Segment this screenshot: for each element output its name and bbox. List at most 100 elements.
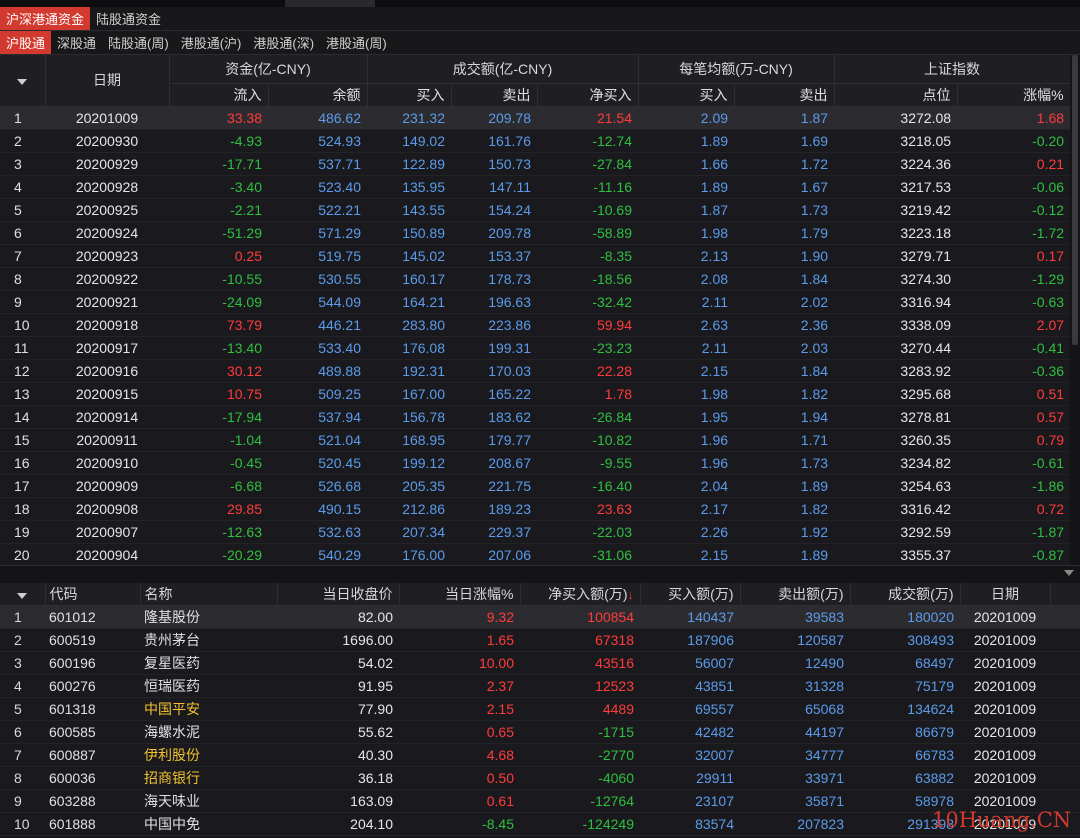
header-close[interactable]: 当日收盘价 — [277, 583, 400, 606]
table-row[interactable]: 9 20200921 -24.09 544.09 164.21 196.63 -32.42 2… — [0, 290, 1071, 314]
cell-sell: 199.31 — [451, 336, 538, 360]
cell-balance: 537.71 — [268, 152, 368, 176]
lower-table-menu-button[interactable] — [0, 583, 46, 606]
cell-sell: 209.78 — [451, 106, 538, 130]
header-buy-amount[interactable]: 买入额(万) — [640, 583, 741, 606]
cell-name[interactable]: 伊利股份 — [140, 743, 277, 767]
table-row[interactable]: 12 20200916 30.12 489.88 192.31 170.03 22.28 2.… — [0, 359, 1071, 383]
table-row[interactable]: 11 20200917 -13.40 533.40 176.08 199.31 -23.23… — [0, 336, 1071, 360]
cell-date: 20200910 — [45, 451, 169, 475]
header-sell-amount[interactable]: 卖出额(万) — [740, 583, 851, 606]
cell-net-buy: -31.06 — [537, 543, 639, 567]
table-row[interactable]: 10 601888 中国中免 204.10 -8.45 -124249 83574 20782… — [0, 812, 1080, 836]
cell-net-buy: -11.16 — [537, 175, 639, 199]
tab-sgt[interactable]: 深股通 — [51, 31, 102, 54]
table-row[interactable]: 4 600276 恒瑞医药 91.95 2.37 12523 43851 31328 75179… — [0, 674, 1080, 698]
cell-name[interactable]: 招商银行 — [140, 766, 277, 790]
cell-close: 91.95 — [277, 674, 399, 698]
header-points[interactable]: 点位 — [834, 83, 958, 107]
cell-name[interactable]: 恒瑞医药 — [140, 674, 277, 698]
cell-points: 3234.82 — [834, 451, 958, 475]
row-index: 7 — [0, 244, 45, 268]
table-menu-button[interactable] — [0, 55, 46, 107]
cell-sell: 179.77 — [451, 428, 538, 452]
table-row[interactable]: 10 20200918 73.79 446.21 283.80 223.86 59.94 2.… — [0, 313, 1071, 337]
cell-avg-buy: 1.87 — [638, 198, 735, 222]
table-row[interactable]: 1 601012 隆基股份 82.00 9.32 100854 140437 39583 180… — [0, 605, 1080, 629]
table-row[interactable]: 7 600887 伊利股份 40.30 4.68 -2770 32007 34777 66783… — [0, 743, 1080, 767]
table-row[interactable]: 13 20200915 10.75 509.25 167.00 165.22 1.78 1.9… — [0, 382, 1071, 406]
cell-code: 600585 — [45, 720, 140, 744]
cell-name[interactable]: 贵州茅台 — [140, 628, 277, 652]
tab-hsgt-capital[interactable]: 沪深港通资金 — [0, 7, 91, 30]
table-row[interactable]: 3 600196 复星医药 54.02 10.00 43516 56007 12490 6849… — [0, 651, 1080, 675]
table-row[interactable]: 15 20200911 -1.04 521.04 168.95 179.77 -10.82 1… — [0, 428, 1071, 452]
tab-ggt-weekly[interactable]: 港股通(周) — [320, 31, 393, 54]
tab-ggt-sh[interactable]: 港股通(沪) — [175, 31, 248, 54]
table-row[interactable]: 1 20201009 33.38 486.62 231.32 209.78 21.54 2.0… — [0, 106, 1071, 130]
cell-net-buy-amount: 12523 — [520, 674, 640, 698]
header-code[interactable]: 代码 — [45, 583, 141, 606]
cell-balance: 571.29 — [268, 221, 368, 245]
table-row[interactable]: 2 20200930 -4.93 524.93 149.02 161.76 -12.74 1.… — [0, 129, 1071, 153]
header-day-change[interactable]: 当日涨幅% — [399, 583, 521, 606]
header-avg-sell[interactable]: 卖出 — [734, 83, 835, 107]
header-turnover-amount[interactable]: 成交额(万) — [850, 583, 961, 606]
row-index: 3 — [0, 152, 45, 176]
cell-date: 20200930 — [45, 129, 169, 153]
cell-name[interactable]: 复星医药 — [140, 651, 277, 675]
row-index: 18 — [0, 497, 45, 521]
table-row[interactable]: 18 20200908 29.85 490.15 212.86 189.23 23.63 2.… — [0, 497, 1071, 521]
header-trade-date[interactable]: 日期 — [960, 583, 1051, 606]
table-row[interactable]: 9 603288 海天味业 163.09 0.61 -12764 23107 35871 589… — [0, 789, 1080, 813]
table-row[interactable]: 2 600519 贵州茅台 1696.00 1.65 67318 187906 120587 3… — [0, 628, 1080, 652]
table-row[interactable]: 4 20200928 -3.40 523.40 135.95 147.11 -11.16 1.… — [0, 175, 1071, 199]
table-row[interactable]: 5 601318 中国平安 77.90 2.15 4489 69557 65068 134624… — [0, 697, 1080, 721]
cell-name[interactable]: 隆基股份 — [140, 605, 277, 629]
header-net-buy[interactable]: 净买入 — [537, 83, 639, 107]
cell-name[interactable]: 中国平安 — [140, 697, 277, 721]
header-name[interactable]: 名称 — [140, 583, 278, 606]
tab-lgt-capital[interactable]: 陆股通资金 — [90, 7, 167, 30]
table-row[interactable]: 8 600036 招商银行 36.18 0.50 -4060 29911 33971 63882… — [0, 766, 1080, 790]
header-net-buy-amount[interactable]: 净买入额(万)↓ — [520, 583, 641, 606]
header-change[interactable]: 涨幅% — [957, 83, 1071, 107]
cell-buy-amount: 23107 — [640, 789, 740, 813]
header-sell[interactable]: 卖出 — [451, 83, 538, 107]
cell-inflow: -20.29 — [169, 543, 268, 567]
header-date[interactable]: 日期 — [45, 55, 170, 107]
cell-inflow: -24.09 — [169, 290, 268, 314]
tab-hgt[interactable]: 沪股通 — [0, 31, 52, 54]
table-row[interactable]: 8 20200922 -10.55 530.55 160.17 178.73 -18.56 2… — [0, 267, 1071, 291]
cell-net-buy: -32.42 — [537, 290, 639, 314]
panel-separator[interactable] — [0, 565, 1080, 583]
tab-lgt-weekly[interactable]: 陆股通(周) — [102, 31, 175, 54]
collapse-arrow-icon[interactable] — [1064, 570, 1074, 576]
scrollbar-thumb[interactable] — [1072, 55, 1078, 345]
tabs-level1: 沪深港通资金 陆股通资金 — [0, 7, 1080, 31]
cell-change: 0.51 — [957, 382, 1071, 406]
table-row[interactable]: 6 600585 海螺水泥 55.62 0.65 -1715 42482 44197 86679… — [0, 720, 1080, 744]
vertical-scrollbar[interactable] — [1070, 55, 1080, 565]
cell-name[interactable]: 中国中免 — [140, 812, 277, 836]
header-buy[interactable]: 买入 — [367, 83, 452, 107]
table-row[interactable]: 5 20200925 -2.21 522.21 143.55 154.24 -10.69 1.… — [0, 198, 1071, 222]
tab-ggt-sz[interactable]: 港股通(深) — [247, 31, 320, 54]
table-row[interactable]: 17 20200909 -6.68 526.68 205.35 221.75 -16.40 2… — [0, 474, 1071, 498]
table-row[interactable]: 7 20200923 0.25 519.75 145.02 153.37 -8.35 2.13… — [0, 244, 1071, 268]
header-inflow[interactable]: 流入 — [169, 83, 269, 107]
header-avg-buy[interactable]: 买入 — [638, 83, 735, 107]
cell-name[interactable]: 海天味业 — [140, 789, 277, 813]
table-row[interactable]: 6 20200924 -51.29 571.29 150.89 209.78 -58.89 1… — [0, 221, 1071, 245]
cell-name[interactable]: 海螺水泥 — [140, 720, 277, 744]
cell-balance: 521.04 — [268, 428, 368, 452]
table-row[interactable]: 20 20200904 -20.29 540.29 176.00 207.06 -31.06… — [0, 543, 1071, 567]
table-row[interactable]: 14 20200914 -17.94 537.94 156.78 183.62 -26.84… — [0, 405, 1071, 429]
row-filler — [1050, 697, 1080, 721]
cell-avg-sell: 1.94 — [734, 405, 835, 429]
cell-balance: 544.09 — [268, 290, 368, 314]
table-row[interactable]: 16 20200910 -0.45 520.45 199.12 208.67 -9.55 1.… — [0, 451, 1071, 475]
table-row[interactable]: 3 20200929 -17.71 537.71 122.89 150.73 -27.84 1… — [0, 152, 1071, 176]
table-row[interactable]: 19 20200907 -12.63 532.63 207.34 229.37 -22.03… — [0, 520, 1071, 544]
header-balance[interactable]: 余额 — [268, 83, 368, 107]
